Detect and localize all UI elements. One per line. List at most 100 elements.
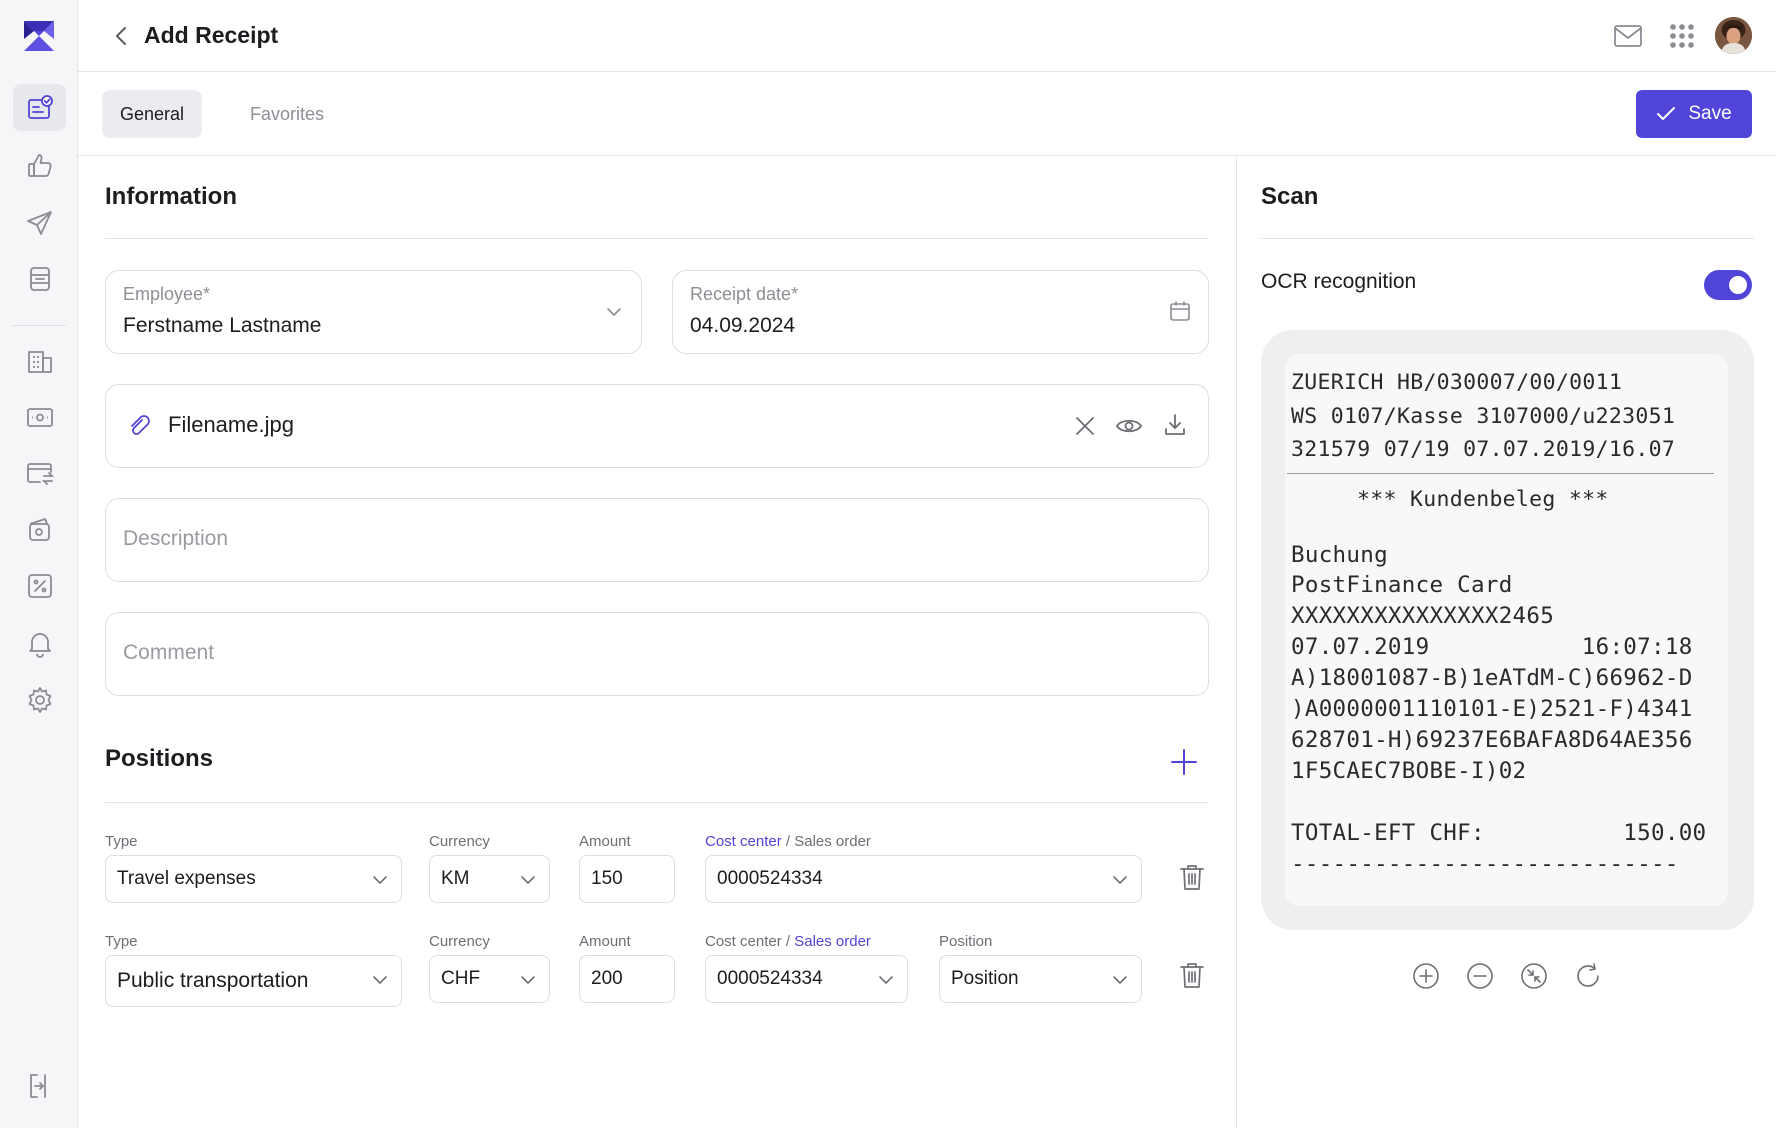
type-select[interactable]: Travel expenses — [105, 855, 402, 903]
sidebar-item-transfers[interactable] — [13, 449, 66, 496]
tab-bar: General Favorites Save — [78, 72, 1776, 156]
cost-center-select[interactable]: 0000524334 — [705, 955, 908, 1003]
zoom-in-button[interactable] — [1412, 962, 1440, 990]
sidebar-item-company[interactable] — [13, 337, 66, 384]
currency-label: Currency — [429, 933, 490, 950]
tab-favorites[interactable]: Favorites — [232, 90, 342, 138]
save-button[interactable]: Save — [1636, 90, 1752, 138]
banknote-icon — [26, 407, 53, 427]
scan-panel: Scan OCR recognition ZUERICH HB/030007/0… — [1236, 156, 1776, 1128]
attachment-field: Filename.jpg — [105, 384, 1209, 468]
receipt-line: 07.07.2019 16:07:18 — [1291, 634, 1693, 660]
comment-input[interactable]: Comment — [105, 612, 1209, 696]
rotate-icon — [1576, 963, 1599, 987]
position-label: Position — [939, 933, 993, 950]
scan-controls — [1237, 962, 1776, 990]
employee-label: Employee* — [123, 284, 211, 304]
add-position-button[interactable] — [1168, 746, 1200, 778]
zoom-out-button[interactable] — [1466, 962, 1494, 990]
divider — [1261, 238, 1754, 239]
cost-center-select[interactable]: 0000524334 — [705, 855, 1142, 903]
receipt-date-field[interactable]: Receipt date* 04.09.2024 — [672, 270, 1209, 354]
document-list-icon — [29, 266, 50, 291]
delete-position-button[interactable] — [1177, 960, 1207, 990]
description-placeholder: Description — [123, 527, 229, 550]
receipt-check-icon — [27, 94, 53, 119]
receipt-date-value: 04.09.2024 — [690, 314, 796, 337]
sidebar-item-documents[interactable] — [13, 255, 66, 302]
zoom-out-icon — [1466, 963, 1493, 989]
gear-icon — [28, 686, 51, 713]
cost-center-toggle[interactable]: Cost center — [705, 833, 782, 850]
sidebar-item-taxes[interactable] — [13, 562, 66, 609]
sales-order-toggle[interactable]: Sales order — [794, 933, 871, 950]
plus-icon — [1171, 749, 1197, 775]
amount-label: Amount — [579, 933, 631, 950]
zoom-in-icon — [1412, 963, 1439, 989]
collapse-icon — [1520, 963, 1547, 989]
receipt-line: XXXXXXXXXXXXXXX2465 — [1291, 603, 1555, 629]
mail-icon — [1614, 25, 1642, 47]
type-select[interactable]: Public transportation — [105, 955, 402, 1007]
currency-select[interactable]: CHF — [429, 955, 550, 1003]
sidebar-item-submit[interactable] — [13, 199, 66, 246]
sidebar — [0, 0, 78, 1128]
receipt-line: 321579 07/19 07.07.2019/16.07 — [1291, 437, 1676, 462]
fit-button[interactable] — [1520, 962, 1548, 990]
sidebar-item-settings[interactable] — [13, 676, 66, 723]
main-form: Information Employee* Ferstname Lastname… — [78, 156, 1236, 1128]
thumbs-up-icon — [27, 153, 52, 177]
position-select[interactable]: Position — [939, 955, 1142, 1003]
scan-title: Scan — [1261, 183, 1319, 210]
receipt-line: 1F5CAEC7BOBE-I)02 — [1291, 758, 1527, 784]
avatar[interactable] — [1715, 17, 1752, 54]
sidebar-item-approvals[interactable] — [13, 142, 66, 189]
building-icon — [27, 350, 52, 373]
app-logo[interactable] — [22, 19, 56, 53]
sidebar-item-expenses[interactable] — [13, 505, 66, 552]
receipt-line: ZUERICH HB/030007/00/0011 — [1291, 370, 1623, 395]
employee-select[interactable]: Employee* Ferstname Lastname — [105, 270, 642, 354]
apps-button[interactable] — [1664, 18, 1700, 54]
sidebar-item-logout[interactable] — [13, 1062, 66, 1109]
tab-general[interactable]: General — [102, 90, 203, 138]
receipt-divider — [1287, 473, 1714, 474]
amount-value: 200 — [591, 968, 623, 989]
top-bar: Add Receipt — [78, 0, 1776, 72]
sidebar-item-notifications[interactable] — [13, 619, 66, 666]
receipt-date-label: Receipt date* — [690, 284, 799, 304]
ocr-toggle[interactable] — [1704, 270, 1752, 300]
positions-title: Positions — [105, 745, 214, 772]
wallet-tag-icon — [28, 517, 50, 541]
back-button[interactable] — [108, 22, 134, 50]
mail-button[interactable] — [1610, 18, 1646, 54]
download-attachment-button[interactable] — [1162, 412, 1188, 438]
currency-select[interactable]: KM — [429, 855, 550, 903]
description-input[interactable]: Description — [105, 498, 1209, 582]
sidebar-item-receipts[interactable] — [13, 84, 66, 131]
calendar-icon[interactable] — [1168, 299, 1192, 323]
attachment-filename[interactable]: Filename.jpg — [168, 412, 294, 438]
receipt-line: WS 0107/Kasse 3107000/u223051 — [1291, 404, 1676, 429]
delete-position-button[interactable] — [1177, 862, 1207, 892]
sales-order-toggle[interactable]: Sales order — [794, 833, 871, 850]
receipt-line: 628701-H)69237E6BAFA8D64AE356 — [1291, 727, 1693, 753]
close-icon — [1076, 417, 1094, 435]
rotate-button[interactable] — [1574, 962, 1602, 990]
preview-attachment-button[interactable] — [1114, 413, 1144, 439]
label-separator: / — [785, 933, 791, 950]
amount-input[interactable]: 150 — [579, 855, 675, 903]
toggle-knob — [1729, 276, 1747, 294]
cost-center-toggle[interactable]: Cost center — [705, 933, 782, 950]
amount-input[interactable]: 200 — [579, 955, 675, 1003]
comment-placeholder: Comment — [123, 641, 215, 664]
receipt-line: )A0000001110101-E)2521-F)4341 — [1291, 696, 1693, 722]
currency-value: KM — [441, 868, 470, 889]
paperclip-icon — [126, 412, 154, 440]
ocr-label: OCR recognition — [1261, 270, 1417, 293]
card-transfer-icon — [26, 462, 54, 485]
sidebar-item-cash[interactable] — [13, 393, 66, 440]
scan-preview: ZUERICH HB/030007/00/0011 WS 0107/Kasse … — [1261, 330, 1754, 930]
type-value: Public transportation — [117, 969, 309, 992]
remove-attachment-button[interactable] — [1072, 413, 1098, 439]
